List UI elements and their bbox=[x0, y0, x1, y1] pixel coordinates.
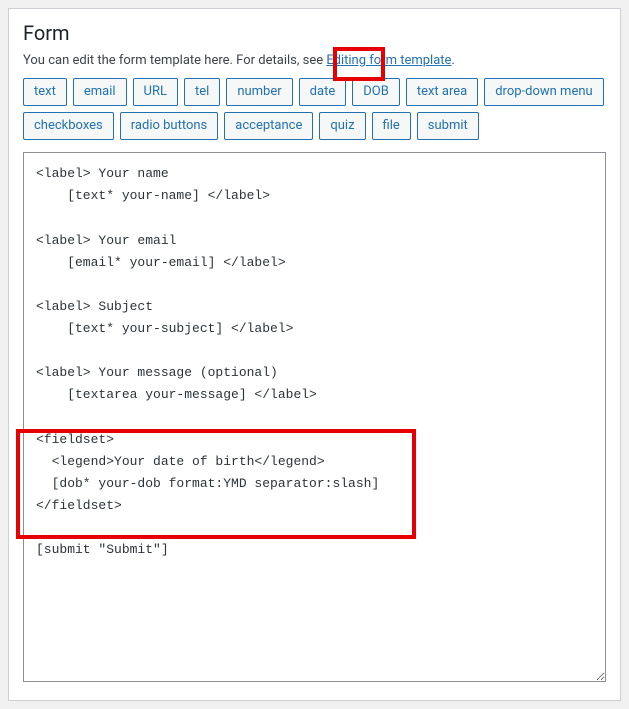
tag-date-button[interactable]: date bbox=[299, 78, 347, 106]
tag-generator-toolbar: text email URL tel number date DOB text … bbox=[23, 78, 606, 140]
description-suffix: . bbox=[451, 53, 454, 68]
tag-quiz-button[interactable]: quiz bbox=[319, 112, 365, 140]
tag-acceptance-button[interactable]: acceptance bbox=[224, 112, 313, 140]
form-template-textarea[interactable] bbox=[23, 152, 606, 682]
form-panel: Form You can edit the form template here… bbox=[8, 8, 621, 701]
tag-tel-button[interactable]: tel bbox=[184, 78, 220, 106]
form-description: You can edit the form template here. For… bbox=[23, 53, 606, 68]
tag-textarea-button[interactable]: text area bbox=[406, 78, 478, 106]
tag-submit-button[interactable]: submit bbox=[417, 112, 479, 140]
tag-number-button[interactable]: number bbox=[226, 78, 292, 106]
tag-file-button[interactable]: file bbox=[372, 112, 411, 140]
tag-radio-button[interactable]: radio buttons bbox=[120, 112, 219, 140]
description-prefix: You can edit the form template here. For… bbox=[23, 53, 326, 68]
tag-dropdown-button[interactable]: drop-down menu bbox=[484, 78, 603, 106]
tag-text-button[interactable]: text bbox=[23, 78, 67, 106]
form-title: Form bbox=[23, 21, 606, 45]
tag-email-button[interactable]: email bbox=[73, 78, 127, 106]
editing-form-template-link[interactable]: Editing form template bbox=[326, 53, 451, 68]
textarea-wrapper bbox=[23, 152, 606, 686]
tag-checkboxes-button[interactable]: checkboxes bbox=[23, 112, 114, 140]
tag-dob-button[interactable]: DOB bbox=[352, 78, 400, 106]
tag-url-button[interactable]: URL bbox=[133, 78, 178, 106]
